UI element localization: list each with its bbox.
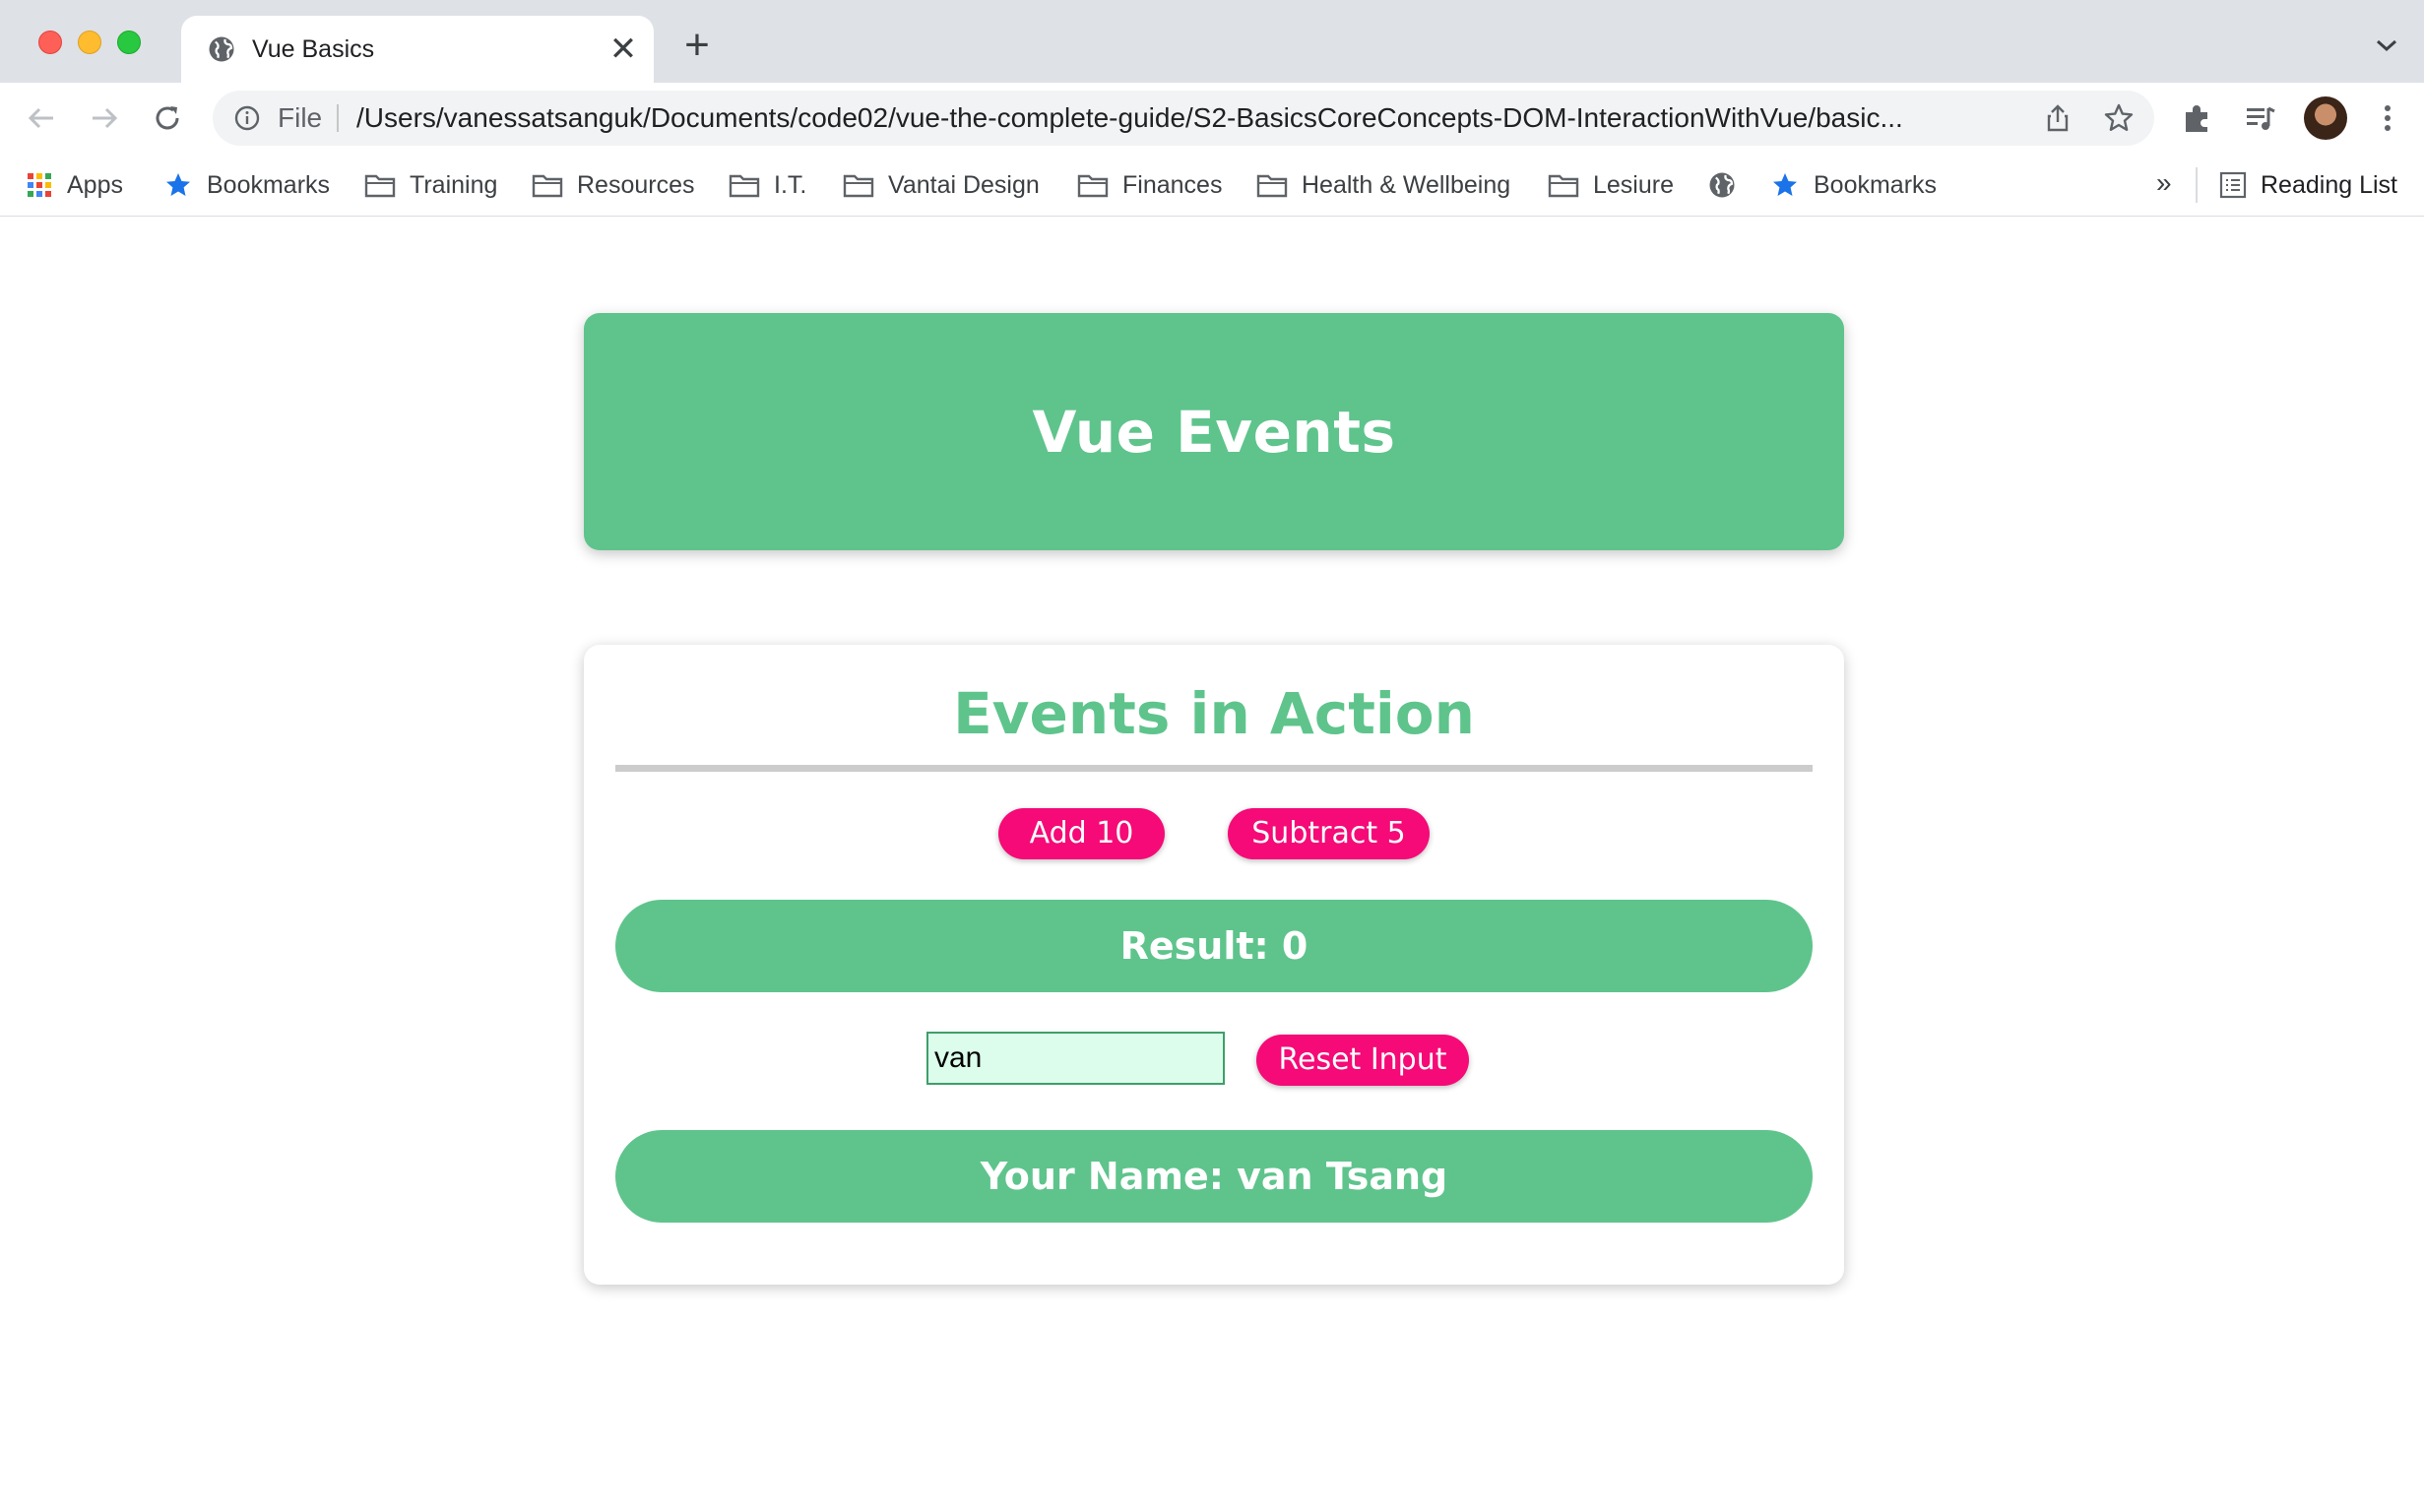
- url-scheme-label: File: [278, 102, 323, 133]
- bookmark-label: Bookmarks: [207, 170, 331, 199]
- window-minimize-button[interactable]: [78, 31, 101, 54]
- tab-title: Vue Basics: [252, 35, 375, 63]
- bookmark-label: I.T.: [774, 170, 807, 199]
- bookmark-bookmarks[interactable]: Bookmarks: [163, 167, 330, 203]
- url-text[interactable]: /Users/vanessatsanguk/Documents/code02/v…: [356, 102, 2030, 134]
- reading-list-icon: [2219, 171, 2247, 199]
- bookmark-label: Training: [410, 170, 498, 199]
- extensions-puzzle-icon[interactable]: [2180, 100, 2215, 136]
- folder-icon: [1077, 174, 1109, 198]
- events-card: Events in Action Add 10 Subtract 5 Resul…: [584, 645, 1844, 1285]
- tab-close-icon[interactable]: ✕: [606, 32, 640, 66]
- bookmark-finances[interactable]: Finances: [1077, 167, 1222, 203]
- title-divider: [615, 765, 1813, 772]
- tab-search-chevron-icon[interactable]: [2373, 35, 2400, 55]
- window-maximize-button[interactable]: [117, 31, 141, 54]
- address-bar[interactable]: File /Users/vanessatsanguk/Documents/cod…: [213, 91, 2154, 146]
- card-title: Events in Action: [953, 680, 1475, 747]
- bookmark-resources[interactable]: Resources: [532, 167, 695, 203]
- folder-icon: [729, 174, 760, 198]
- bookmarks-divider: [2196, 167, 2198, 203]
- browser-toolbar: File /Users/vanessatsanguk/Documents/cod…: [0, 83, 2424, 154]
- window-close-button[interactable]: [38, 31, 62, 54]
- info-icon[interactable]: [232, 103, 262, 133]
- back-arrow-icon[interactable]: [22, 98, 61, 138]
- folder-icon: [532, 174, 563, 198]
- bookmark-label: Vantai Design: [888, 170, 1040, 199]
- bookmark-training[interactable]: Training: [364, 167, 497, 203]
- page-title: Vue Events: [1032, 398, 1396, 466]
- reload-icon[interactable]: [148, 98, 187, 138]
- bookmark-label: Lesiure: [1593, 170, 1674, 199]
- bookmark-health-wellbeing[interactable]: Health & Wellbeing: [1256, 167, 1510, 203]
- browser-tab[interactable]: Vue Basics ✕: [181, 16, 654, 83]
- subtract-5-button[interactable]: Subtract 5: [1228, 808, 1430, 859]
- reading-list-label: Reading List: [2261, 170, 2397, 199]
- bookmark-globe[interactable]: [1707, 167, 1737, 203]
- header-banner: Vue Events: [584, 313, 1844, 550]
- share-icon[interactable]: [2042, 102, 2073, 134]
- bookmark-label: Bookmarks: [1814, 170, 1938, 199]
- bookmark-apps[interactable]: Apps: [26, 167, 123, 203]
- bookmark-label: Resources: [577, 170, 695, 199]
- page-content: Vue Events Events in Action Add 10 Subtr…: [0, 218, 2424, 1512]
- media-control-icon[interactable]: [2243, 100, 2278, 136]
- apps-grid-icon: [28, 173, 51, 197]
- bookmark-label: Apps: [67, 170, 123, 199]
- bookmark-bookmarks-2[interactable]: Bookmarks: [1770, 167, 1937, 203]
- folder-icon: [1256, 174, 1288, 198]
- kebab-menu-icon[interactable]: [2373, 100, 2402, 136]
- bookmark-lesiure[interactable]: Lesiure: [1548, 167, 1674, 203]
- bookmark-star-icon[interactable]: [2103, 102, 2135, 134]
- star-icon: [166, 173, 190, 196]
- address-divider: [337, 104, 339, 132]
- new-tab-button[interactable]: +: [679, 24, 715, 67]
- globe-icon: [1709, 172, 1735, 198]
- bookmarks-bar: Apps Bookmarks Training Resources I.T. V…: [0, 154, 2424, 217]
- reading-list-button[interactable]: Reading List: [2219, 167, 2397, 203]
- bookmark-it[interactable]: I.T.: [729, 167, 806, 203]
- folder-icon: [1548, 174, 1579, 198]
- folder-icon: [364, 174, 396, 198]
- name-display: Your Name: van Tsang: [615, 1130, 1813, 1223]
- name-input[interactable]: [926, 1032, 1225, 1085]
- folder-icon: [843, 174, 874, 198]
- star-icon: [1773, 173, 1797, 196]
- reset-input-button[interactable]: Reset Input: [1256, 1035, 1469, 1086]
- add-10-button[interactable]: Add 10: [998, 808, 1165, 859]
- bookmark-label: Finances: [1122, 170, 1223, 199]
- tab-strip: Vue Basics ✕ +: [0, 0, 2424, 83]
- result-display: Result: 0: [615, 900, 1813, 992]
- globe-icon: [209, 36, 234, 62]
- profile-avatar[interactable]: [2304, 96, 2347, 140]
- bookmark-vantai-design[interactable]: Vantai Design: [843, 167, 1040, 203]
- forward-arrow-icon[interactable]: [85, 98, 124, 138]
- bookmarks-overflow-button[interactable]: »: [2156, 167, 2172, 199]
- bookmark-label: Health & Wellbeing: [1302, 170, 1511, 199]
